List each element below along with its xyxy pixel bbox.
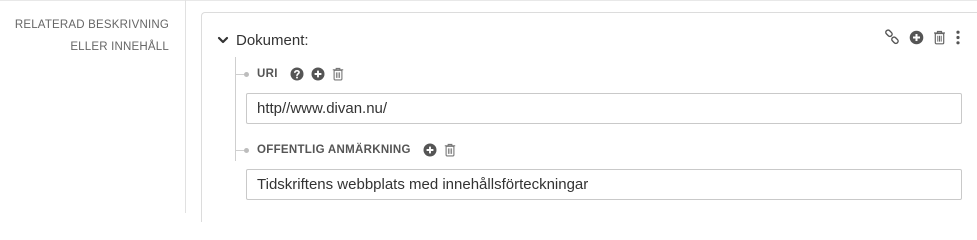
tree-line [235,57,236,161]
card-actions [884,29,961,45]
link-icon[interactable] [884,29,900,45]
field-label: RELATERAD BESKRIVNING ELLER INNEHÅLL [0,14,169,58]
chevron-down-icon[interactable] [216,33,230,47]
plus-circle-icon[interactable] [909,30,924,45]
uri-label: URI [257,68,278,80]
help-icon[interactable] [290,67,304,81]
tree-dot [244,72,249,77]
trash-icon[interactable] [933,30,946,45]
trash-icon[interactable] [332,67,344,81]
plus-circle-icon[interactable] [311,67,325,81]
public-note-row-header: OFFENTLIG ANMÄRKNING [257,140,456,160]
trash-icon[interactable] [444,143,456,157]
tree-dot [244,148,249,153]
document-card: Dokument: URI http//www.divan.nu/ OFFENT… [201,12,977,222]
plus-circle-icon[interactable] [423,143,437,157]
uri-row-header: URI [257,64,344,84]
card-title: Dokument: [236,31,309,49]
public-note-input[interactable] [246,169,962,200]
field-label-line2: ELLER INNEHÅLL [70,41,169,53]
more-vertical-icon[interactable] [955,30,961,45]
card-header: Dokument: [216,28,309,52]
uri-input[interactable] [246,93,962,124]
field-label-line1: RELATERAD BESKRIVNING [14,19,169,31]
public-note-label: OFFENTLIG ANMÄRKNING [257,144,411,156]
field-label-column: RELATERAD BESKRIVNING ELLER INNEHÅLL [0,0,186,213]
